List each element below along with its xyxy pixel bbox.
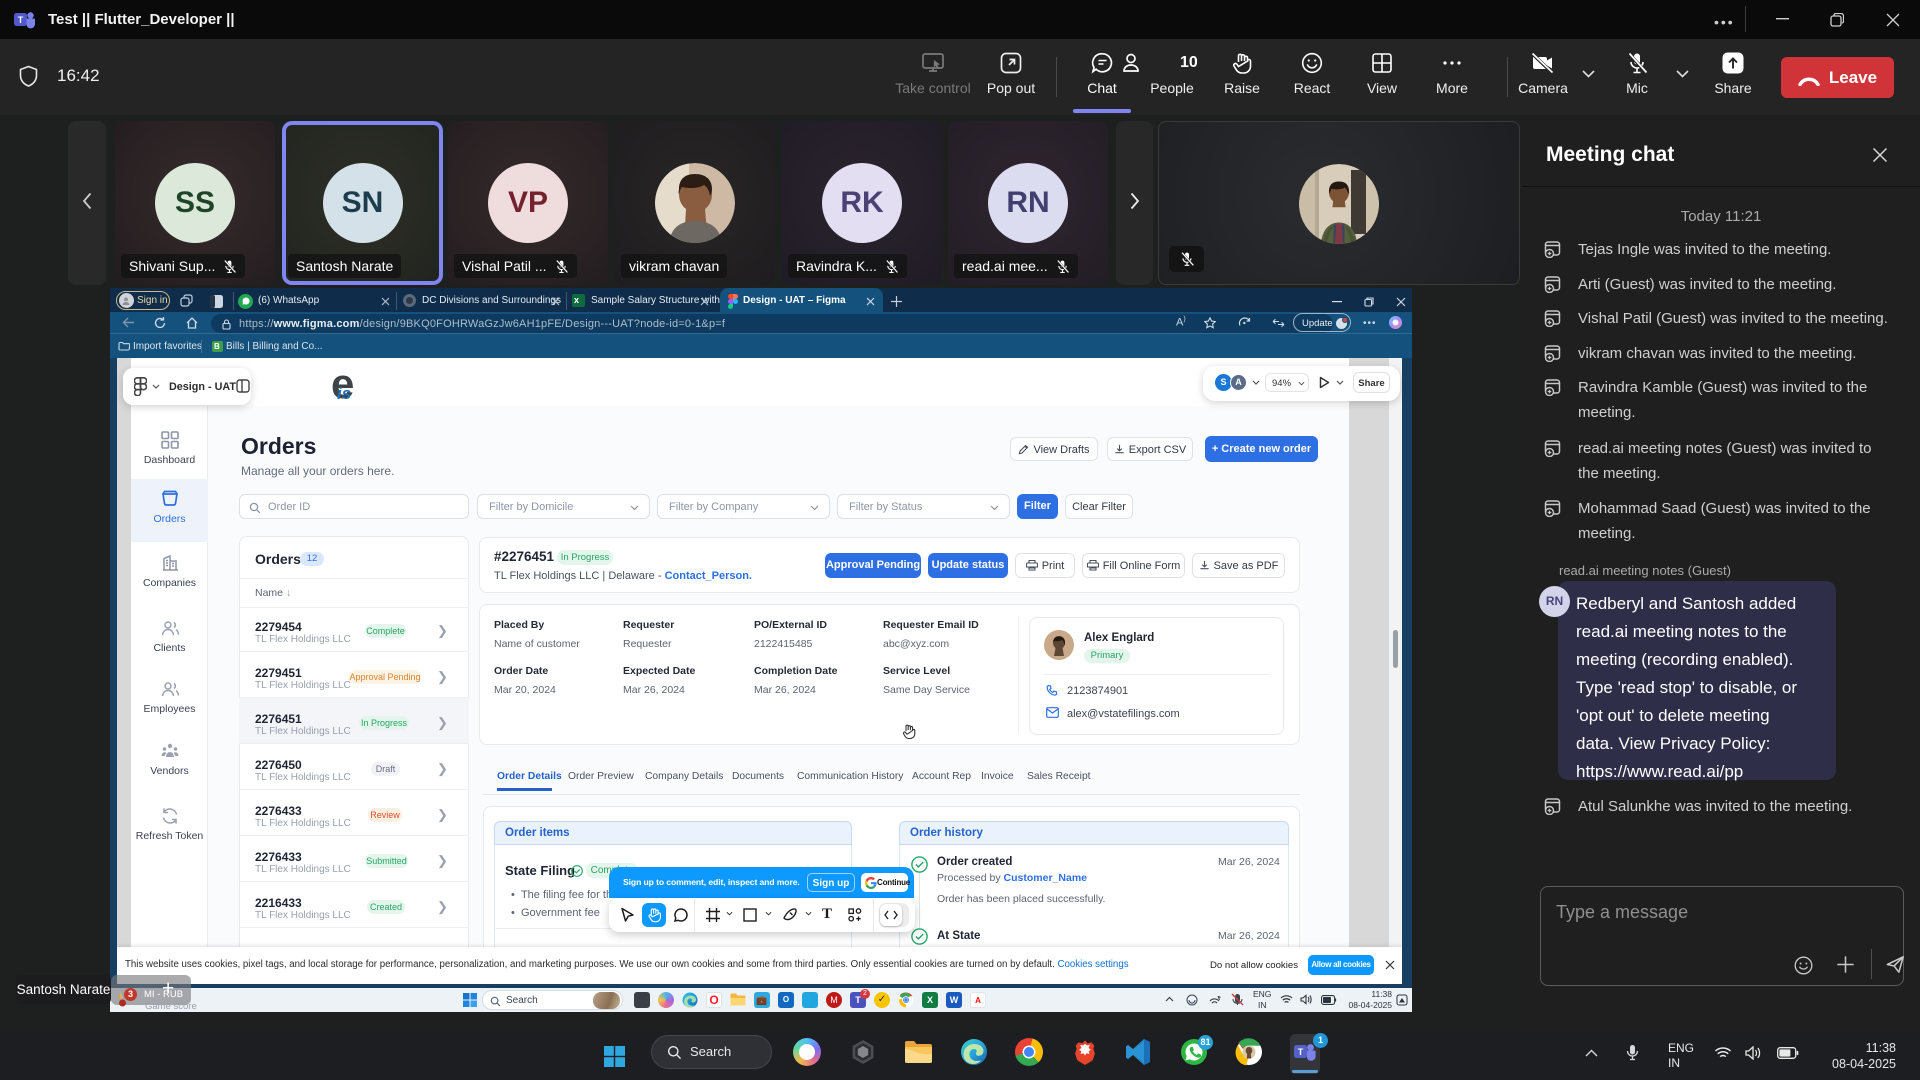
svg-text:T: T	[1298, 1047, 1304, 1057]
svg-text:T: T	[18, 15, 24, 25]
